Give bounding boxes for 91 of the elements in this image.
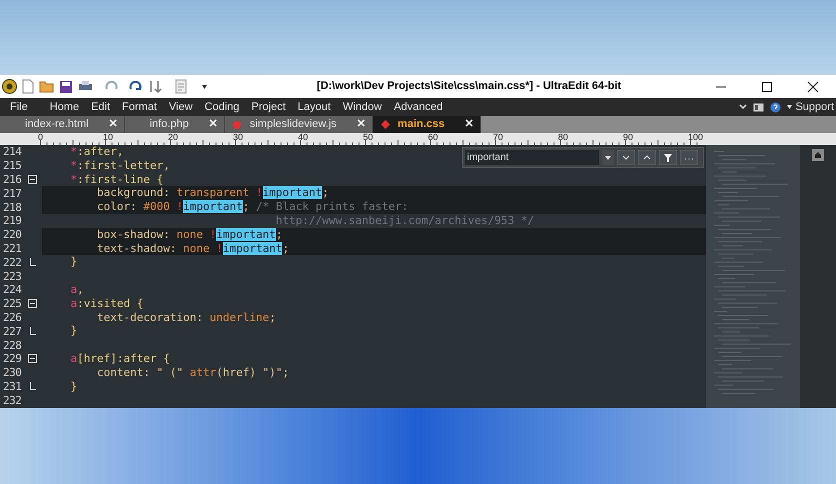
ruler-number: 20 (168, 133, 178, 143)
tab-label: index-re.html (25, 117, 89, 132)
line-number: 229 (3, 352, 22, 366)
ruler-number: 40 (298, 133, 308, 143)
tab-label: main.css (398, 117, 445, 132)
file-tab[interactable]: info.php ✕ (124, 116, 225, 133)
caret-icon (787, 105, 792, 109)
code-line: text-shadow: none !important; (96, 242, 290, 256)
printer-icon[interactable] (78, 80, 93, 93)
menu-item[interactable]: File (10, 98, 28, 116)
chevron-down-icon[interactable] (617, 150, 635, 165)
save-icon[interactable] (59, 80, 73, 94)
code-line: http://www.sanbeiji.com/archives/953 */ (274, 214, 534, 228)
dropdown-icon[interactable] (201, 83, 208, 90)
line-number: 231 (3, 380, 22, 393)
ruler-number: 30 (233, 133, 244, 143)
redo-icon[interactable] (129, 80, 143, 92)
code-line: content: " (" attr(href) ")"; (96, 366, 290, 380)
document-icon[interactable] (175, 79, 188, 94)
line-number: 214 (3, 145, 22, 158)
line-number: 219 (3, 214, 22, 228)
file-tab[interactable]: index-re.html ✕ (0, 116, 125, 133)
menu-item[interactable]: Coding (204, 98, 240, 116)
help-icon[interactable] (770, 102, 782, 112)
line-number: 226 (3, 310, 22, 324)
code-line: text-decoration: underline; (96, 310, 276, 324)
code-line: } (69, 380, 78, 394)
ruler-number: 90 (623, 133, 634, 143)
line-number: 220 (3, 228, 22, 242)
dropdown-icon[interactable] (602, 150, 614, 165)
line-number: 224 (3, 283, 22, 296)
sort-icon[interactable] (148, 79, 162, 94)
menu-item[interactable]: Format (122, 98, 157, 116)
collapse-icon[interactable] (28, 174, 37, 184)
code-line: *:after, (69, 145, 124, 159)
file-tab[interactable]: main.css ✕ (372, 116, 481, 133)
close-tab-button[interactable]: ✕ (208, 116, 218, 133)
new-file-icon[interactable] (22, 79, 34, 94)
code-line: } (69, 255, 78, 270)
collapse-icon[interactable] (28, 299, 37, 308)
line-number: 218 (3, 200, 22, 214)
line-number: 222 (3, 256, 22, 269)
menu-item[interactable]: Layout (298, 98, 331, 116)
ruler-number: 100 (688, 133, 704, 143)
tab-label: simpleslideview.js (250, 117, 337, 132)
code-line: *:first-letter, (69, 158, 170, 173)
line-number: 221 (3, 242, 22, 255)
ruler-number: 70 (493, 133, 504, 143)
code-line: a[href]:after { (69, 352, 170, 366)
line-number: 228 (3, 338, 22, 352)
menu-item[interactable]: Project (251, 98, 286, 116)
line-number: 217 (3, 186, 22, 200)
line-number: 215 (3, 159, 22, 172)
support-menu[interactable]: Support (787, 98, 834, 116)
line-number: 225 (3, 297, 22, 310)
window-title: [D:\work\Dev Projects\Site\css\main.css*] - UltraEdit 64-bit (316, 79, 622, 94)
close-tab-button[interactable]: ✕ (108, 116, 118, 133)
close-tab-button[interactable]: ✕ (356, 116, 366, 133)
code-line: color: #000 !important; /* Black prints faster: (96, 200, 408, 214)
line-number: 216 (3, 172, 22, 186)
line-number: 227 (3, 324, 22, 338)
lock-icon[interactable] (812, 149, 824, 161)
filter-icon[interactable] (659, 150, 677, 165)
menu-item[interactable]: Advanced (394, 98, 443, 116)
code-line: *:first-line { (69, 172, 164, 186)
chevron-up-icon[interactable] (638, 150, 656, 165)
search-field[interactable]: important (465, 150, 599, 165)
ruler-number: 0 (38, 133, 44, 143)
ruler-number: 50 (363, 133, 374, 143)
code-line: a, (69, 282, 84, 297)
layout-icon[interactable] (753, 102, 764, 112)
menu-item[interactable]: Edit (91, 98, 110, 116)
code-line: } (69, 324, 78, 338)
line-number: 223 (3, 270, 22, 283)
code-line: box-shadow: none !important; (96, 228, 282, 242)
folder-icon[interactable] (39, 80, 54, 93)
line-number: 230 (3, 366, 22, 380)
logo-icon (2, 79, 17, 94)
file-tab[interactable]: simpleslideview.js ✕ (224, 116, 373, 133)
ruler-number: 80 (558, 133, 568, 143)
menu-item[interactable]: View (168, 98, 193, 116)
code-line: a:visited { (69, 296, 144, 311)
code-line: background: transparent !important; (96, 186, 329, 200)
ruler-number: 60 (428, 133, 438, 143)
collapse-icon[interactable] (28, 354, 37, 364)
menu-item[interactable]: Window (342, 98, 382, 116)
menu-item[interactable]: Home (50, 98, 80, 116)
close-tab-button[interactable]: ✕ (464, 116, 474, 133)
line-number: 232 (3, 394, 22, 407)
tab-label: info.php (150, 117, 189, 132)
ruler-number: 10 (103, 133, 114, 143)
